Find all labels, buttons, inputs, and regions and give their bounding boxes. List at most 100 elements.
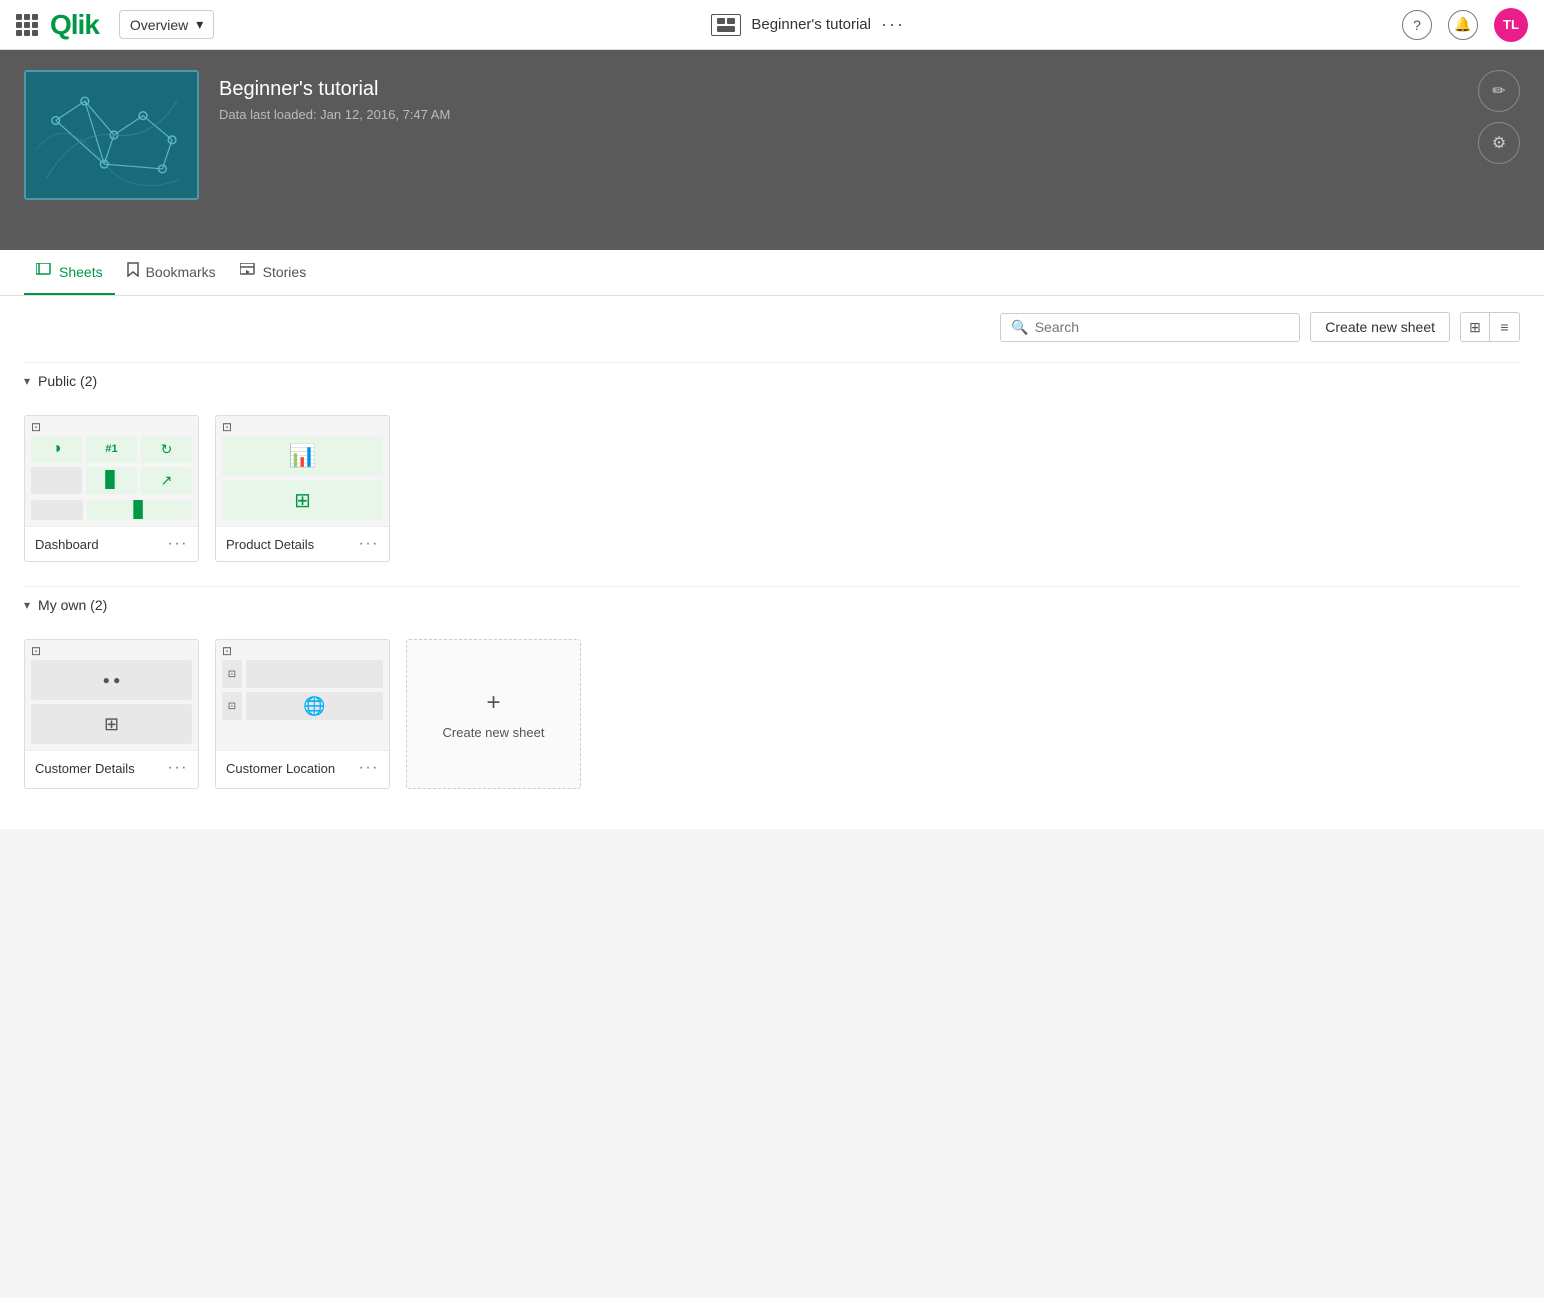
table-icon: ⊞: [294, 488, 311, 513]
hero-subtitle: Data last loaded: Jan 12, 2016, 7:47 AM: [219, 107, 450, 122]
dashboard-cell-3: ↻: [141, 436, 192, 463]
product-details-preview: ⊡ 📊 ⊞: [216, 416, 389, 526]
dashboard-card-name: Dashboard: [35, 537, 99, 552]
dashboard-cell-6: ↗: [141, 467, 192, 494]
sheet-card-dashboard[interactable]: ⊡ ◑ #1 ↻ ▊: [24, 415, 199, 562]
public-sheets-row: ⊡ ◑ #1 ↻ ▊: [24, 415, 1520, 562]
overview-dropdown[interactable]: Overview ▾: [119, 10, 214, 39]
customer-location-card-name: Customer Location: [226, 761, 335, 776]
sheet-card-product-details[interactable]: ⊡ 📊 ⊞ Product Details ···: [215, 415, 390, 562]
customer-details-card-name: Customer Details: [35, 761, 135, 776]
dashboard-cell-1: ◑: [31, 436, 82, 463]
overview-label: Overview: [130, 17, 188, 33]
create-sheet-button[interactable]: Create new sheet: [1310, 312, 1450, 342]
app-thumbnail: [24, 70, 199, 200]
hero-section: Beginner's tutorial Data last loaded: Ja…: [0, 50, 1544, 250]
app-title: Beginner's tutorial: [751, 16, 871, 33]
bar-chart-tall-icon: 📊: [289, 443, 316, 469]
customer-details-card-footer: Customer Details ···: [25, 750, 198, 785]
create-new-sheet-card[interactable]: + Create new sheet: [406, 639, 581, 789]
sheet-card-customer-details[interactable]: ⊡ ● ● ⊞ Customer Details ···: [24, 639, 199, 789]
sheet-toolbar: 🔍 Create new sheet ⊞ ≡: [24, 312, 1520, 342]
grid-menu-icon[interactable]: [16, 14, 38, 36]
qlik-logo: Qlik: [50, 9, 99, 41]
search-input[interactable]: [1035, 319, 1290, 335]
nav-center: Beginner's tutorial ···: [226, 14, 1390, 36]
search-box[interactable]: 🔍: [1000, 313, 1300, 342]
my-own-section-label: My own (2): [38, 597, 107, 613]
view-toggle: ⊞ ≡: [1460, 312, 1520, 342]
help-button[interactable]: ?: [1402, 10, 1432, 40]
product-details-card-name: Product Details: [226, 537, 314, 552]
location-nav-icon2: ⊡: [222, 692, 242, 720]
my-own-section-header[interactable]: ▾ My own (2): [24, 586, 1520, 623]
tab-bookmarks[interactable]: Bookmarks: [115, 250, 228, 295]
top-nav: Qlik Overview ▾ Beginner's tutorial ··· …: [0, 0, 1544, 50]
bookmarks-icon: [127, 262, 139, 282]
chevron-down-icon: ▾: [24, 374, 30, 388]
dots-icon: ● ●: [103, 673, 121, 687]
tab-stories[interactable]: Stories: [228, 250, 319, 295]
list-view-icon: ≡: [1500, 319, 1508, 335]
dashboard-card-footer: Dashboard ···: [25, 526, 198, 561]
tabs-bar: Sheets Bookmarks Stories: [0, 250, 1544, 296]
customer-location-card-more-button[interactable]: ···: [359, 759, 379, 777]
grid-view-icon: ⊞: [1469, 319, 1481, 336]
sheet-icon: ⊡: [31, 420, 41, 434]
bar-chart-icon: ▊: [105, 470, 117, 490]
location-globe: 🌐: [246, 692, 383, 720]
notification-icon: 🔔: [1454, 16, 1471, 33]
nav-right: ? 🔔 TL: [1402, 8, 1528, 42]
search-icon: 🔍: [1011, 319, 1028, 336]
kpi-icon: #1: [105, 443, 117, 455]
stories-tab-label: Stories: [263, 264, 307, 280]
product-details-card-more-button[interactable]: ···: [359, 535, 379, 553]
edit-button[interactable]: ✏: [1478, 70, 1520, 112]
dashboard-card-more-button[interactable]: ···: [168, 535, 188, 553]
sheet-card-customer-location[interactable]: ⊡ ⊡ ⊡ 🌐: [215, 639, 390, 789]
edit-icon: ✏: [1492, 81, 1505, 101]
create-new-sheet-label: Create new sheet: [443, 725, 545, 740]
customer-cell-1: ● ●: [31, 660, 192, 700]
dashboard-preview: ⊡ ◑ #1 ↻ ▊: [25, 416, 198, 526]
stories-icon: [240, 263, 256, 281]
tab-sheets[interactable]: Sheets: [24, 250, 115, 295]
public-section-label: Public (2): [38, 373, 97, 389]
pie-chart-icon: ◑: [52, 440, 62, 458]
settings-icon: ⚙: [1492, 133, 1506, 153]
app-icon: [711, 14, 741, 36]
app-more-button[interactable]: ···: [881, 14, 905, 35]
grid-view-button[interactable]: ⊞: [1460, 312, 1490, 342]
hero-actions: ✏ ⚙: [1478, 70, 1520, 164]
public-section-header[interactable]: ▾ Public (2): [24, 362, 1520, 399]
location-bar1: [246, 660, 383, 688]
hero-title: Beginner's tutorial: [219, 78, 450, 101]
sheets-icon: [36, 263, 52, 281]
dashboard-cell-2: #1: [86, 436, 137, 463]
settings-button[interactable]: ⚙: [1478, 122, 1520, 164]
product-details-card-footer: Product Details ···: [216, 526, 389, 561]
content-area: 🔍 Create new sheet ⊞ ≡ ▾ Public (2) ⊡: [0, 296, 1544, 829]
dashboard-cell-bar2: ▊: [87, 500, 192, 520]
sheets-tab-label: Sheets: [59, 264, 103, 280]
product-cell-1: 📊: [222, 436, 383, 476]
dashboard-cell-5: ▊: [86, 467, 137, 494]
table-icon2: ⊞: [104, 714, 119, 735]
chevron-down-icon: ▾: [196, 16, 203, 33]
sheet-icon3: ⊡: [31, 644, 41, 658]
chevron-down-icon2: ▾: [24, 598, 30, 612]
location-nav-icon1: ⊡: [222, 660, 242, 688]
customer-details-preview: ⊡ ● ● ⊞: [25, 640, 198, 750]
product-cell-2: ⊞: [222, 480, 383, 520]
help-icon: ?: [1413, 17, 1421, 33]
user-avatar[interactable]: TL: [1494, 8, 1528, 42]
bookmarks-tab-label: Bookmarks: [146, 264, 216, 280]
notification-button[interactable]: 🔔: [1448, 10, 1478, 40]
bar-icon2: ▊: [134, 500, 146, 520]
customer-location-preview: ⊡ ⊡ ⊡ 🌐: [216, 640, 389, 750]
hero-info: Beginner's tutorial Data last loaded: Ja…: [219, 70, 450, 122]
sheet-icon2: ⊡: [222, 420, 232, 434]
my-own-sheets-row: ⊡ ● ● ⊞ Customer Details ··· ⊡: [24, 639, 1520, 789]
list-view-button[interactable]: ≡: [1490, 312, 1520, 342]
customer-details-card-more-button[interactable]: ···: [168, 759, 188, 777]
